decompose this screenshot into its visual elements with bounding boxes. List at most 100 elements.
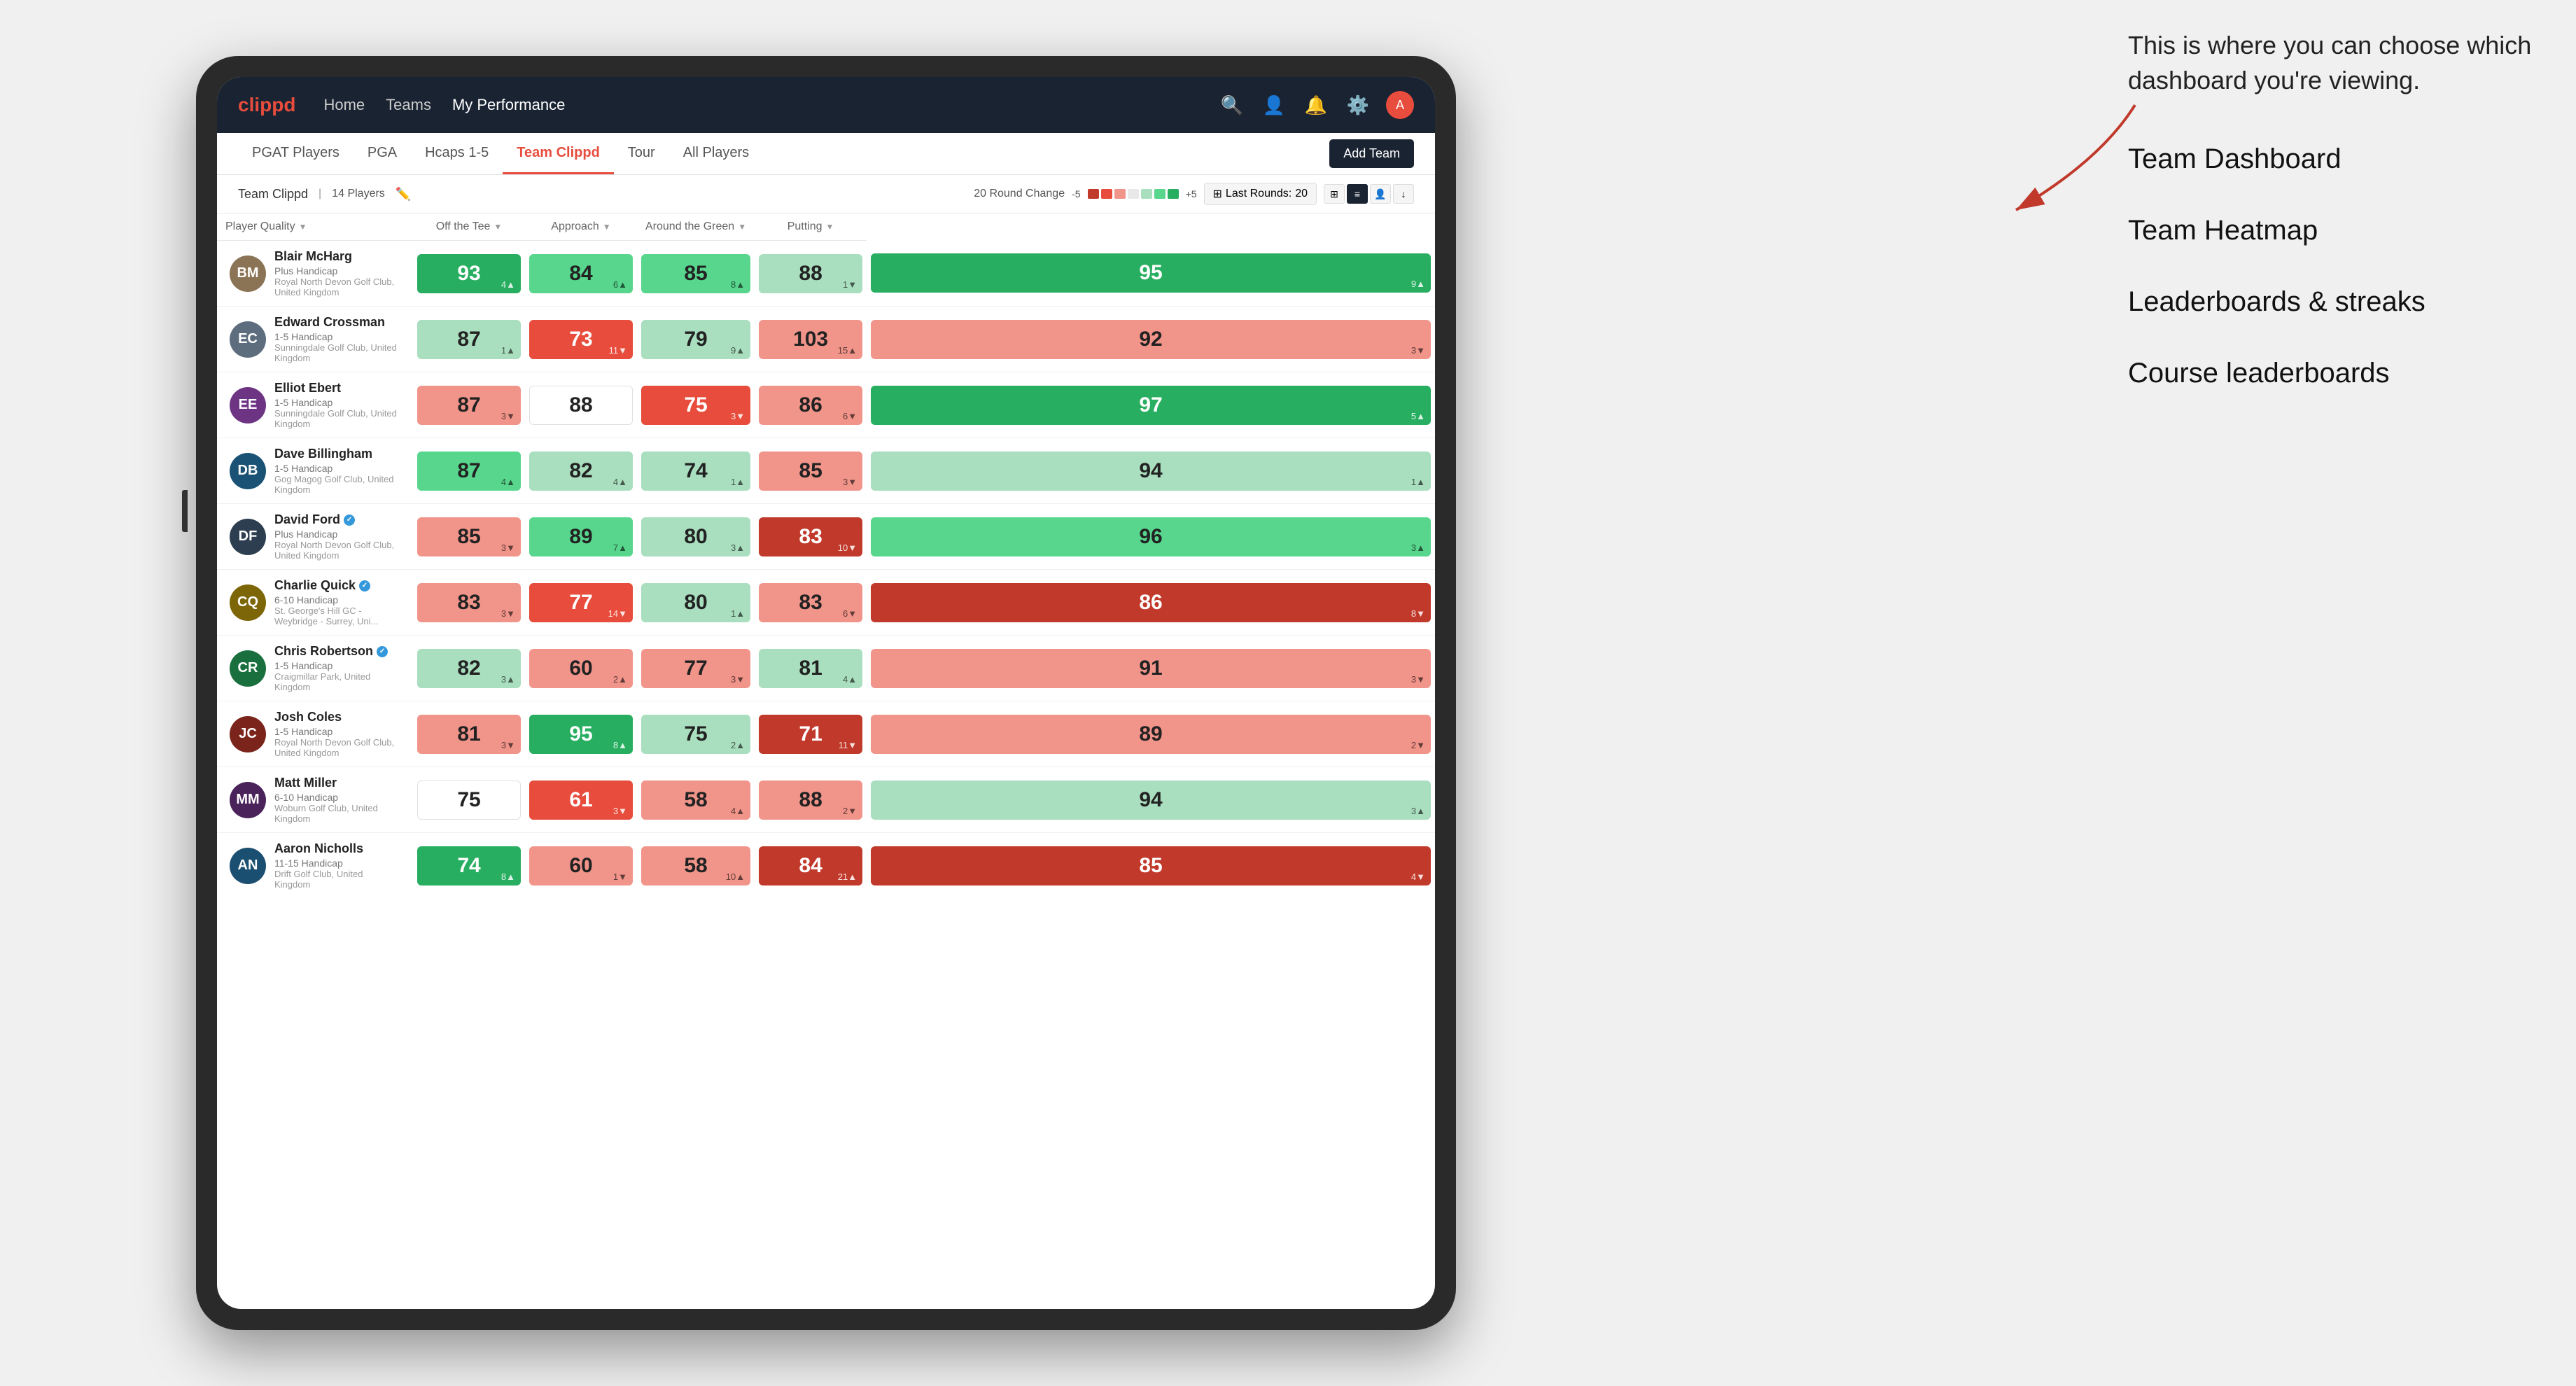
around-green-sort[interactable]: Around the Green ▼ <box>645 220 746 233</box>
score-change: 9▲ <box>1411 279 1425 289</box>
player-data-table: Player Quality ▼ Off the Tee ▼ <box>217 214 1435 898</box>
tab-hcaps[interactable]: Hcaps 1-5 <box>411 133 503 174</box>
score-change: 4▲ <box>843 674 857 685</box>
annotation-menu-items: Team Dashboard Team Heatmap Leaderboards… <box>2128 141 2548 391</box>
score-number: 81 <box>457 724 480 745</box>
round-change-label: 20 Round Change <box>974 188 1065 200</box>
view-download-button[interactable]: ↓ <box>1393 184 1414 204</box>
score-change: 14▼ <box>608 608 627 619</box>
player-avatar[interactable]: BM <box>230 255 266 292</box>
score-cell-player-quality: 871▲ <box>413 307 525 372</box>
score-cell-approach: 741▲ <box>637 438 755 504</box>
score-cell-player-quality: 748▲ <box>413 833 525 899</box>
score-number: 83 <box>799 592 822 613</box>
score-number: 86 <box>799 395 822 416</box>
score-number: 95 <box>1139 262 1162 284</box>
edit-icon[interactable]: ✏️ <box>396 187 411 202</box>
avatar-icon[interactable]: A <box>1386 91 1414 119</box>
table-row[interactable]: EEElliot Ebert1-5 HandicapSunningdale Go… <box>217 372 1435 438</box>
last-rounds-button[interactable]: ⊞ Last Rounds: 20 <box>1204 183 1317 205</box>
player-avatar[interactable]: JC <box>230 716 266 752</box>
tab-all-players[interactable]: All Players <box>669 133 763 174</box>
view-grid-button[interactable]: ⊞ <box>1324 184 1345 204</box>
score-cell-player-quality: 853▼ <box>413 504 525 570</box>
sort-arrow-putting: ▼ <box>826 222 834 232</box>
nav-link-teams[interactable]: Teams <box>386 92 431 118</box>
score-number: 82 <box>569 461 592 482</box>
score-number: 60 <box>569 658 592 679</box>
table-row[interactable]: DFDavid Ford✓Plus HandicapRoyal North De… <box>217 504 1435 570</box>
player-avatar[interactable]: AN <box>230 848 266 884</box>
table-row[interactable]: CQCharlie Quick✓6-10 HandicapSt. George'… <box>217 570 1435 636</box>
score-change: 4▲ <box>731 806 745 816</box>
score-change: 11▼ <box>839 740 857 750</box>
score-change: 8▲ <box>613 740 627 750</box>
sort-arrow: ▼ <box>299 222 307 232</box>
tab-team-clippd[interactable]: Team Clippd <box>503 133 614 174</box>
bell-icon[interactable]: 🔔 <box>1302 91 1330 119</box>
player-table-body: BMBlair McHargPlus HandicapRoyal North D… <box>217 241 1435 899</box>
score-change: 8▲ <box>731 279 745 290</box>
score-cell-approach: 5810▲ <box>637 833 755 899</box>
player-info: MMMatt Miller6-10 HandicapWoburn Golf Cl… <box>221 770 409 830</box>
score-number: 91 <box>1139 658 1162 679</box>
score-change: 8▲ <box>501 872 515 882</box>
player-club: Woburn Golf Club, United Kingdom <box>274 803 400 824</box>
player-avatar[interactable]: DF <box>230 519 266 555</box>
score-change: 4▲ <box>501 477 515 487</box>
player-avatar[interactable]: MM <box>230 782 266 818</box>
nav-link-my-performance[interactable]: My Performance <box>452 92 565 118</box>
player-avatar[interactable]: CR <box>230 650 266 687</box>
score-box: 7714▼ <box>529 583 633 622</box>
table-row[interactable]: CRChris Robertson✓1-5 HandicapCraigmilla… <box>217 636 1435 701</box>
settings-icon[interactable]: ⚙️ <box>1344 91 1372 119</box>
approach-sort[interactable]: Approach ▼ <box>533 220 629 233</box>
table-row[interactable]: MMMatt Miller6-10 HandicapWoburn Golf Cl… <box>217 767 1435 833</box>
score-box: 753▼ <box>641 386 750 425</box>
table-row[interactable]: JCJosh Coles1-5 HandicapRoyal North Devo… <box>217 701 1435 767</box>
tab-tour[interactable]: Tour <box>614 133 669 174</box>
player-quality-sort[interactable]: Player Quality ▼ <box>225 220 405 233</box>
scale-minus: -5 <box>1072 188 1080 200</box>
score-box: 773▼ <box>641 649 750 688</box>
add-team-button[interactable]: Add Team <box>1329 139 1414 168</box>
player-details: Chris Robertson✓1-5 HandicapCraigmillar … <box>274 644 400 692</box>
table-row[interactable]: ANAaron Nicholls11-15 HandicapDrift Golf… <box>217 833 1435 899</box>
tab-pgat-players[interactable]: PGAT Players <box>238 133 354 174</box>
score-number: 83 <box>799 526 822 547</box>
table-row[interactable]: DBDave Billingham1-5 HandicapGog Magog G… <box>217 438 1435 504</box>
view-person-button[interactable]: 👤 <box>1370 184 1391 204</box>
score-change: 21▲ <box>838 872 857 882</box>
search-icon[interactable]: 🔍 <box>1218 91 1246 119</box>
nav-link-home[interactable]: Home <box>323 92 365 118</box>
score-cell-approach: 584▲ <box>637 767 755 833</box>
table-row[interactable]: ECEdward Crossman1-5 HandicapSunningdale… <box>217 307 1435 372</box>
tab-pga[interactable]: PGA <box>354 133 411 174</box>
player-avatar[interactable]: EC <box>230 321 266 358</box>
scale-green <box>1154 189 1166 199</box>
score-number: 94 <box>1139 790 1162 811</box>
score-change: 11▼ <box>609 345 627 356</box>
score-cell-around-green: 836▼ <box>755 570 867 636</box>
player-avatar[interactable]: DB <box>230 453 266 489</box>
score-cell-off-tee: 7714▼ <box>525 570 637 636</box>
score-box: 75 <box>417 780 521 820</box>
score-box: 941▲ <box>871 451 1431 491</box>
off-tee-sort[interactable]: Off the Tee ▼ <box>421 220 517 233</box>
score-box: 813▼ <box>417 715 521 754</box>
score-box: 858▲ <box>641 254 750 293</box>
score-change: 3▼ <box>501 542 515 553</box>
person-icon[interactable]: 👤 <box>1260 91 1288 119</box>
score-change: 3▲ <box>1411 806 1425 816</box>
score-change: 1▲ <box>501 345 515 356</box>
score-box: 882▼ <box>759 780 862 820</box>
score-change: 1▼ <box>843 279 857 290</box>
score-cell-putting: 854▼ <box>867 833 1435 899</box>
view-table-button[interactable]: ≡ <box>1347 184 1368 204</box>
putting-sort[interactable]: Putting ▼ <box>763 220 858 233</box>
player-avatar[interactable]: CQ <box>230 584 266 621</box>
table-row[interactable]: BMBlair McHargPlus HandicapRoyal North D… <box>217 241 1435 307</box>
score-cell-approach: 803▲ <box>637 504 755 570</box>
player-avatar[interactable]: EE <box>230 387 266 424</box>
menu-item-team-dashboard: Team Dashboard <box>2128 141 2548 177</box>
